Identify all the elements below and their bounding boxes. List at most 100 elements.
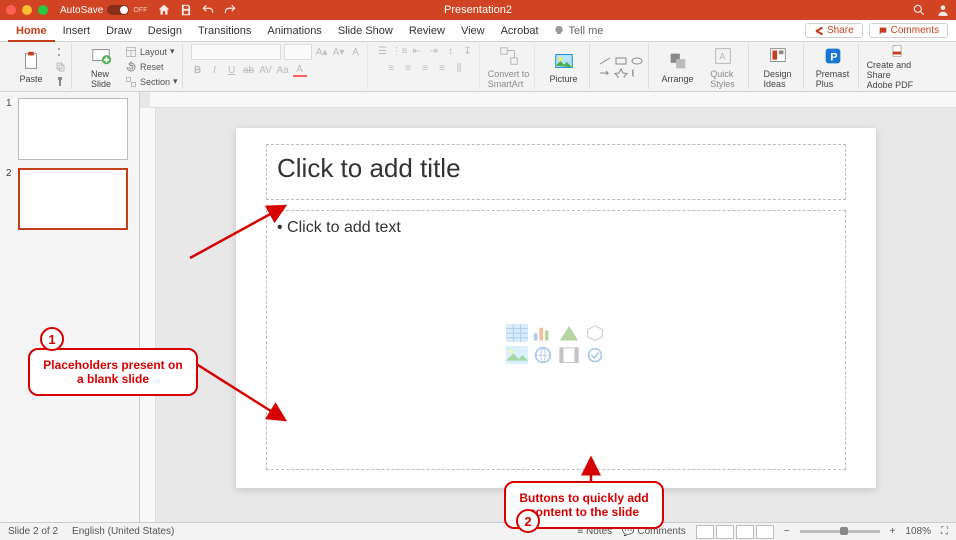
search-icon[interactable]: [912, 3, 926, 17]
tab-design[interactable]: Design: [140, 20, 190, 42]
zoom-slider[interactable]: [800, 530, 880, 533]
underline-button[interactable]: U: [225, 63, 239, 77]
indent-inc-button[interactable]: ⇥: [427, 44, 441, 58]
vertical-ruler: [140, 108, 156, 522]
tab-insert[interactable]: Insert: [55, 20, 99, 42]
close-window-button[interactable]: [6, 5, 16, 15]
window-controls: [6, 5, 48, 15]
text-direction-button[interactable]: ↧: [461, 44, 475, 58]
paste-button[interactable]: Paste: [10, 44, 52, 90]
tab-slideshow[interactable]: Slide Show: [330, 20, 401, 42]
insert-smartart-icon[interactable]: [558, 324, 580, 342]
convert-smartart-button[interactable]: Convert to SmartArt: [488, 44, 530, 90]
autosave-label: AutoSave: [60, 5, 103, 16]
section-icon: [125, 76, 137, 88]
redo-icon[interactable]: [223, 3, 237, 17]
insert-video-icon[interactable]: [558, 346, 580, 364]
share-button[interactable]: Share: [805, 23, 863, 38]
new-slide-button[interactable]: New Slide: [80, 44, 122, 90]
slide[interactable]: Click to add title • Click to add text: [236, 128, 876, 488]
comments-button[interactable]: Comments: [869, 23, 948, 38]
numbering-button[interactable]: ⋮≡: [393, 44, 407, 58]
tell-me-search[interactable]: Tell me: [553, 25, 604, 37]
title-bar: AutoSave OFF Presentation2: [0, 0, 956, 20]
slide-canvas[interactable]: Click to add title • Click to add text: [156, 108, 956, 522]
clear-format-button[interactable]: A: [349, 45, 363, 59]
bullets-button[interactable]: ☰: [376, 44, 390, 58]
insert-online-picture-icon[interactable]: [532, 346, 554, 364]
bold-button[interactable]: B: [191, 63, 205, 77]
insert-icon-icon[interactable]: [584, 346, 606, 364]
strike-button[interactable]: ab: [242, 63, 256, 77]
content-placeholder[interactable]: • Click to add text: [266, 210, 846, 470]
copy-button[interactable]: [55, 60, 67, 74]
zoom-level[interactable]: 108%: [905, 526, 931, 537]
slide-counter[interactable]: Slide 2 of 2: [8, 526, 58, 537]
arrange-button[interactable]: Arrange: [657, 44, 699, 90]
design-ideas-icon: [767, 45, 789, 67]
format-painter-button[interactable]: [55, 75, 67, 89]
tab-view[interactable]: View: [453, 20, 493, 42]
svg-text:P: P: [830, 51, 837, 63]
increase-font-button[interactable]: A▴: [315, 45, 329, 59]
save-icon[interactable]: [179, 3, 193, 17]
language-indicator[interactable]: English (United States): [72, 526, 174, 537]
picture-button[interactable]: Picture: [543, 44, 585, 90]
bulb-icon: [553, 25, 565, 37]
align-right-button[interactable]: ≡: [418, 61, 432, 75]
reading-view-button[interactable]: [736, 525, 754, 539]
section-button[interactable]: Section ▾: [125, 75, 178, 89]
insert-table-icon[interactable]: [506, 324, 528, 342]
insert-chart-icon[interactable]: [532, 324, 554, 342]
create-share-pdf-button[interactable]: Create and Share Adobe PDF: [867, 44, 927, 90]
align-center-button[interactable]: ≡: [401, 61, 415, 75]
char-spacing-button[interactable]: Aa: [276, 63, 290, 77]
tab-review[interactable]: Review: [401, 20, 453, 42]
tab-animations[interactable]: Animations: [259, 20, 329, 42]
maximize-window-button[interactable]: [38, 5, 48, 15]
font-family-select[interactable]: [191, 44, 281, 60]
reset-button[interactable]: Reset: [125, 60, 178, 74]
shadow-button[interactable]: AV: [259, 63, 273, 77]
shape-arrow-icon: [598, 68, 612, 78]
tab-acrobat[interactable]: Acrobat: [493, 20, 547, 42]
normal-view-button[interactable]: [696, 525, 714, 539]
tab-draw[interactable]: Draw: [98, 20, 140, 42]
columns-button[interactable]: ⫼: [452, 61, 466, 75]
thumbnail-1[interactable]: 1: [6, 98, 133, 160]
shapes-gallery[interactable]: [598, 56, 644, 78]
italic-button[interactable]: I: [208, 63, 222, 77]
indent-dec-button[interactable]: ⇤: [410, 44, 424, 58]
insert-3d-icon[interactable]: [584, 324, 606, 342]
font-size-select[interactable]: [284, 44, 312, 60]
font-color-button[interactable]: A: [293, 63, 307, 77]
autosave-switch[interactable]: [107, 5, 129, 15]
layout-button[interactable]: Layout ▾: [125, 45, 178, 59]
thumbnail-2[interactable]: 2: [6, 168, 133, 230]
home-icon[interactable]: [157, 3, 171, 17]
tab-transitions[interactable]: Transitions: [190, 20, 259, 42]
zoom-in-button[interactable]: +: [890, 526, 896, 537]
minimize-window-button[interactable]: [22, 5, 32, 15]
fit-to-window-button[interactable]: ⛶: [941, 526, 948, 537]
design-ideas-button[interactable]: Design Ideas: [757, 44, 799, 90]
title-placeholder[interactable]: Click to add title: [266, 144, 846, 200]
pdf-icon: [886, 44, 908, 58]
tab-home[interactable]: Home: [8, 20, 55, 42]
account-icon[interactable]: [936, 3, 950, 17]
align-left-button[interactable]: ≡: [384, 61, 398, 75]
autosave-toggle[interactable]: AutoSave OFF: [60, 5, 147, 16]
clipboard-group: Paste: [6, 44, 72, 89]
justify-button[interactable]: ≡: [435, 61, 449, 75]
cut-button[interactable]: [55, 45, 67, 59]
slideshow-view-button[interactable]: [756, 525, 774, 539]
zoom-out-button[interactable]: −: [784, 526, 790, 537]
premast-button[interactable]: P Premast Plus: [812, 44, 854, 90]
undo-icon[interactable]: [201, 3, 215, 17]
decrease-font-button[interactable]: A▾: [332, 45, 346, 59]
insert-picture-icon[interactable]: [506, 346, 528, 364]
sorter-view-button[interactable]: [716, 525, 734, 539]
horizontal-ruler: [150, 92, 956, 108]
line-spacing-button[interactable]: ↕: [444, 44, 458, 58]
quick-styles-button[interactable]: A Quick Styles: [702, 44, 744, 90]
